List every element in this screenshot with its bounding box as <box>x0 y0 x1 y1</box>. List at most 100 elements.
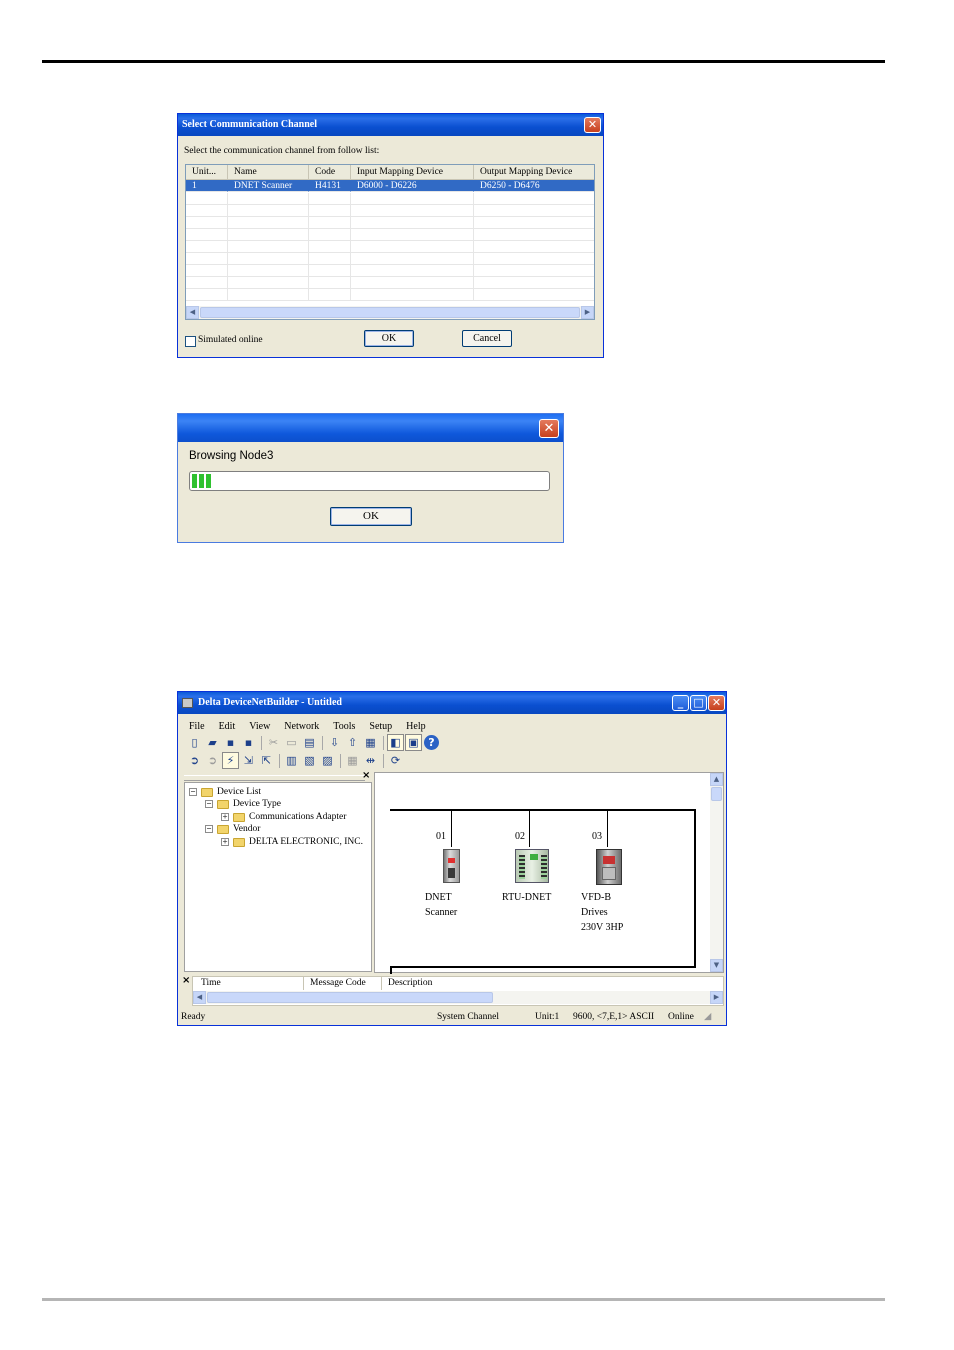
simulated-online-checkbox[interactable] <box>185 336 196 347</box>
save-all-icon[interactable]: ▪ <box>241 735 256 750</box>
online-icon[interactable]: ➲ <box>187 753 202 768</box>
empty-cell <box>228 289 309 301</box>
close-icon[interactable]: ✕ <box>708 695 725 711</box>
copy-icon[interactable]: ▭ <box>284 735 299 750</box>
device-tree-pane: − Device List − Device Type + Communicat… <box>184 782 372 972</box>
vfd-b-drive-device-icon[interactable] <box>596 849 622 885</box>
save-icon[interactable]: ▪ <box>223 735 238 750</box>
pane-close-icon[interactable]: × <box>362 770 370 781</box>
message-pane-close-icon[interactable]: × <box>182 975 190 986</box>
write-parameters-icon[interactable]: ⇱ <box>259 753 274 768</box>
table-row[interactable]: 1 DNET Scanner H4131 D6000 - D6226 D6250… <box>186 180 594 192</box>
scanner-config-icon[interactable]: ▥ <box>284 753 299 768</box>
col-header-time[interactable]: Time <box>193 977 304 990</box>
empty-cell <box>309 217 351 229</box>
node-name-line: Drives <box>581 907 608 918</box>
message-toggle-icon[interactable]: ▣ <box>405 734 422 751</box>
empty-cell <box>351 241 474 253</box>
close-icon[interactable]: ✕ <box>584 117 601 133</box>
menu-network[interactable]: Network <box>277 720 326 734</box>
paste-icon[interactable]: ▤ <box>302 735 317 750</box>
tree-comm-adapter[interactable]: + Communications Adapter <box>221 811 346 823</box>
rtu-dnet-device-icon[interactable] <box>515 849 549 883</box>
menu-view[interactable]: View <box>242 720 277 734</box>
empty-row <box>186 277 594 289</box>
tree-device-list[interactable]: − Device List <box>189 786 261 798</box>
network-bottom-line <box>390 966 696 968</box>
menu-tools[interactable]: Tools <box>326 720 362 734</box>
node-name-line: 230V 3HP <box>581 922 624 933</box>
device-list-toggle-icon[interactable]: ◧ <box>387 734 404 751</box>
cut-icon[interactable]: ✂ <box>266 735 281 750</box>
col-header-message-code[interactable]: Message Code <box>304 977 382 990</box>
maximize-icon[interactable]: □ <box>690 695 707 711</box>
help-icon[interactable]: ? <box>424 735 439 750</box>
empty-cell <box>228 265 309 277</box>
minimize-icon[interactable]: _ <box>672 695 689 711</box>
tree-delta[interactable]: + DELTA ELECTRONIC, INC. <box>221 836 363 848</box>
tree-vendor[interactable]: − Vendor <box>205 823 260 835</box>
collapse-icon[interactable]: − <box>189 788 197 796</box>
ok-button[interactable]: OK <box>364 330 414 347</box>
close-icon[interactable]: ✕ <box>539 419 559 438</box>
col-header-input[interactable]: Input Mapping Device <box>351 165 474 179</box>
collapse-icon[interactable]: − <box>205 800 213 808</box>
col-header-output[interactable]: Output Mapping Device <box>474 165 594 179</box>
download-icon[interactable]: ⇩ <box>327 735 342 750</box>
upload-icon[interactable]: ⇧ <box>345 735 360 750</box>
scroll-left-icon[interactable]: ◀ <box>186 306 199 319</box>
new-file-icon[interactable]: ▯ <box>187 735 202 750</box>
vertical-scrollbar[interactable]: ▲ ▼ <box>710 773 723 972</box>
empty-cell <box>351 253 474 265</box>
expand-icon[interactable]: + <box>221 813 229 821</box>
ok-button[interactable]: OK <box>330 507 412 526</box>
col-header-unit[interactable]: Unit... <box>186 165 228 179</box>
device-info-icon[interactable]: ▨ <box>320 753 335 768</box>
scan-network-icon[interactable]: ⚡ <box>222 752 239 769</box>
collapse-icon[interactable]: − <box>205 825 213 833</box>
offline-icon[interactable]: ➲ <box>205 753 220 768</box>
refresh-icon[interactable]: ⟳ <box>388 753 403 768</box>
grid-icon[interactable]: ▦ <box>345 753 360 768</box>
scroll-thumb[interactable] <box>207 992 493 1003</box>
menu-setup[interactable]: Setup <box>362 720 399 734</box>
scroll-right-icon[interactable]: ▶ <box>581 306 594 319</box>
scroll-left-icon[interactable]: ◀ <box>193 991 206 1004</box>
horizontal-scrollbar[interactable]: ◀ ▶ <box>193 991 723 1004</box>
scroll-right-icon[interactable]: ▶ <box>710 991 723 1004</box>
properties-icon[interactable]: ▧ <box>302 753 317 768</box>
empty-cell <box>228 277 309 289</box>
print-icon[interactable]: ▦ <box>363 735 378 750</box>
cancel-button[interactable]: Cancel <box>462 330 512 347</box>
menu-help[interactable]: Help <box>399 720 432 734</box>
browsing-message: Browsing Node3 <box>189 450 274 462</box>
node-address-03: 03 <box>592 831 602 842</box>
scroll-down-icon[interactable]: ▼ <box>710 959 723 972</box>
menu-edit[interactable]: Edit <box>212 720 243 734</box>
menu-file[interactable]: File <box>182 720 212 734</box>
empty-cell <box>351 205 474 217</box>
scroll-thumb[interactable] <box>711 787 722 801</box>
network-canvas[interactable]: 01 DNET Scanner 02 RTU-DNET 03 VFD-B Dri… <box>374 772 724 974</box>
tree-device-type[interactable]: − Device Type <box>205 798 281 810</box>
col-header-description[interactable]: Description <box>382 977 723 990</box>
horizontal-scrollbar[interactable]: ◀ ▶ <box>186 306 594 319</box>
empty-cell <box>186 277 228 289</box>
channel-list[interactable]: Unit... Name Code Input Mapping Device O… <box>185 164 595 320</box>
col-header-code[interactable]: Code <box>309 165 351 179</box>
col-header-name[interactable]: Name <box>228 165 309 179</box>
cell-input: D6000 - D6226 <box>351 180 474 192</box>
arrange-icon[interactable]: ⇹ <box>363 753 378 768</box>
node-name-line: RTU-DNET <box>502 892 552 903</box>
open-folder-icon[interactable]: ▰ <box>205 735 220 750</box>
dnet-scanner-device-icon[interactable] <box>443 849 460 883</box>
resize-grip-icon[interactable]: ◢ <box>704 1010 711 1024</box>
scroll-up-icon[interactable]: ▲ <box>710 773 723 786</box>
expand-icon[interactable]: + <box>221 838 229 846</box>
tree-pane-grip[interactable] <box>184 775 365 781</box>
empty-row <box>186 241 594 253</box>
empty-cell <box>351 289 474 301</box>
scroll-thumb[interactable] <box>200 307 580 318</box>
empty-cell <box>228 253 309 265</box>
read-parameters-icon[interactable]: ⇲ <box>241 753 256 768</box>
